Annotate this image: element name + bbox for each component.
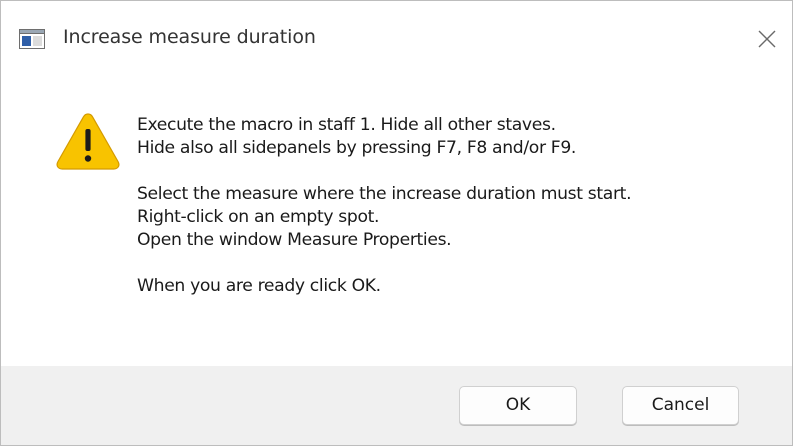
- message-line: Select the measure where the increase du…: [137, 184, 632, 204]
- ok-button[interactable]: OK: [459, 386, 577, 425]
- message-text: Execute the macro in staff 1. Hide all o…: [137, 114, 777, 298]
- warning-icon: [55, 111, 121, 171]
- message-line: When you are ready click OK.: [137, 276, 381, 296]
- cancel-button[interactable]: Cancel: [622, 386, 739, 425]
- message-line: Open the window Measure Properties.: [137, 230, 452, 250]
- close-icon: [758, 30, 776, 48]
- window-app-icon: [19, 29, 45, 49]
- message-line: Hide also all sidepanels by pressing F7,…: [137, 138, 577, 158]
- window-title: Increase measure duration: [63, 26, 316, 48]
- message-line: Execute the macro in staff 1. Hide all o…: [137, 115, 556, 135]
- close-button[interactable]: [745, 15, 791, 63]
- message-line: Right-click on an empty spot.: [137, 207, 380, 227]
- title-bar[interactable]: Increase measure duration: [1, 1, 792, 83]
- message-dialog: Increase measure duration Execute the ma…: [0, 0, 793, 446]
- button-bar: OK Cancel: [1, 366, 792, 445]
